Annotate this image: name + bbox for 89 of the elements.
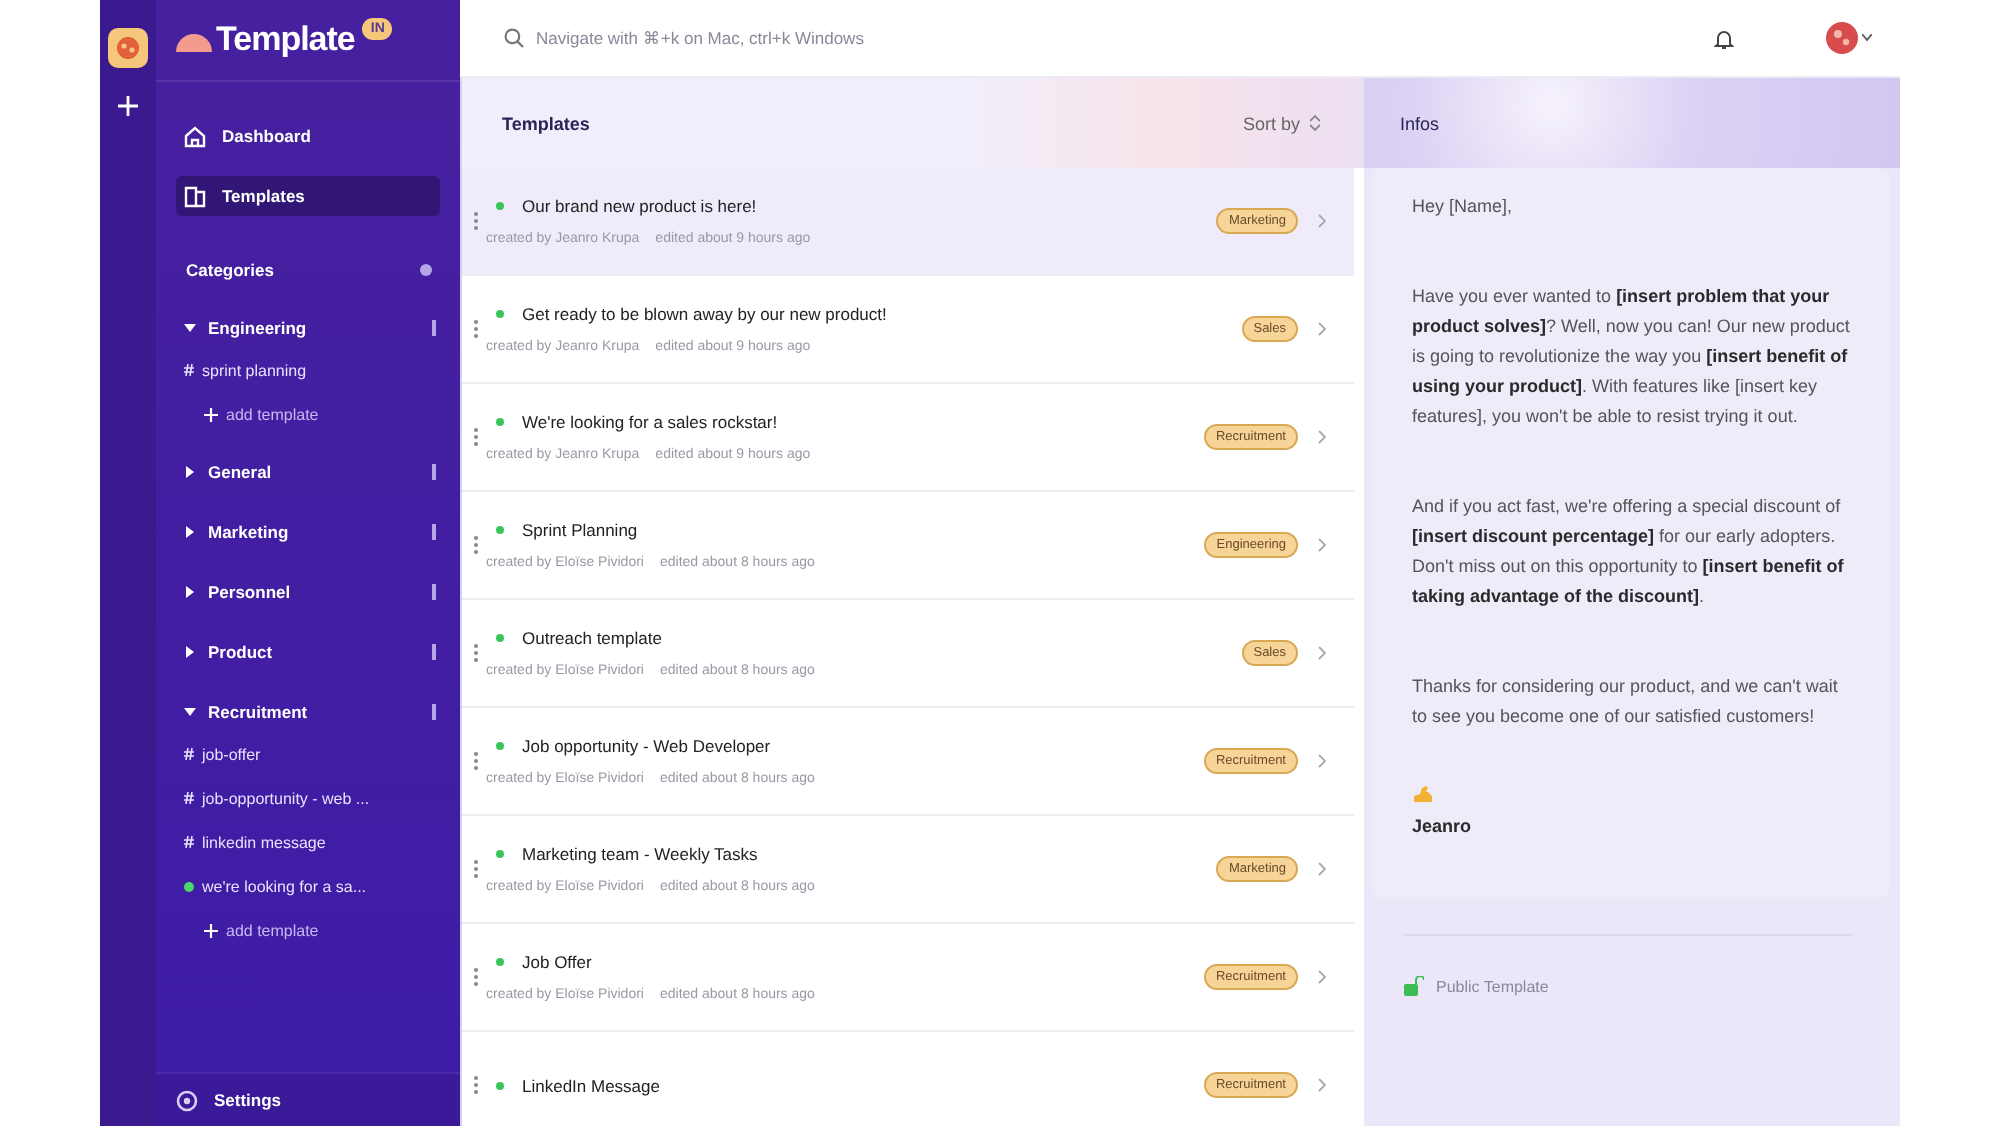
- status-dot-icon: [496, 958, 504, 966]
- template-title: Marketing team - Weekly Tasks: [522, 844, 758, 864]
- hash-icon: [184, 748, 194, 760]
- add-template-link[interactable]: add template: [184, 402, 436, 426]
- add-template-link[interactable]: add template: [184, 918, 436, 942]
- status-dot-icon: [496, 634, 504, 642]
- drag-handle-icon[interactable]: [474, 536, 478, 554]
- signature-name: Jeanro: [1412, 814, 1474, 840]
- chevron-right-icon[interactable]: [1318, 430, 1326, 444]
- category-item[interactable]: Product: [184, 638, 436, 666]
- documents-icon: [184, 185, 206, 207]
- template-title: Our brand new product is here!: [522, 196, 757, 216]
- status-dot-icon: [184, 881, 194, 891]
- app-name: Template: [216, 20, 355, 60]
- template-title: Job Offer: [522, 952, 592, 972]
- bell-icon[interactable]: [1714, 27, 1734, 49]
- caret-down-icon[interactable]: [1862, 34, 1872, 42]
- search-icon: [504, 28, 524, 48]
- chevron-right-icon[interactable]: [1318, 538, 1326, 552]
- template-title: We're looking for a sales rockstar!: [522, 412, 778, 432]
- chevron-right-icon[interactable]: [1318, 322, 1326, 336]
- template-link[interactable]: job-opportunity - web ...: [184, 786, 436, 810]
- category-item[interactable]: Marketing: [184, 518, 436, 546]
- visibility-label: Public Template: [1436, 977, 1549, 995]
- hash-icon: [184, 792, 194, 804]
- nav-item[interactable]: Dashboard: [176, 116, 440, 156]
- caret-right-icon[interactable]: [184, 586, 196, 598]
- status-dot-icon: [496, 526, 504, 534]
- list-title: Templates: [502, 113, 590, 133]
- nav-item[interactable]: Templates: [176, 176, 440, 216]
- drag-handle-icon[interactable]: [474, 968, 478, 986]
- categories-heading: Categories: [186, 260, 274, 280]
- chevron-right-icon[interactable]: [1318, 754, 1326, 768]
- drag-handle-icon[interactable]: [474, 860, 478, 878]
- drag-handle-icon[interactable]: [474, 428, 478, 446]
- status-dot-icon: [496, 310, 504, 318]
- category-item[interactable]: Recruitment: [184, 698, 436, 726]
- template-link[interactable]: we're looking for a sa...: [184, 874, 436, 898]
- message-paragraph: And if you act fast, we're offering a special discount of [insert discount percentage] for our early adopters. Don't miss out on this opportunity to [insert benefit of taking advantage of the discount].: [1412, 494, 1846, 610]
- chevron-right-icon[interactable]: [1318, 214, 1326, 228]
- panel-title: Infos: [1364, 78, 1900, 168]
- message-paragraph: Have you ever wanted to [insert problem that your product solves]? Well, now you can! Our new product is going to revolutionize the way you [insert benefit of using your product]. With features like [insert key features], you won't be able to resist trying it out.: [1412, 284, 1850, 430]
- caret-right-icon[interactable]: [184, 526, 196, 538]
- status-dot-icon: [496, 202, 504, 210]
- template-title: Sprint Planning: [522, 520, 638, 540]
- caret-right-icon[interactable]: [184, 646, 196, 658]
- drag-handle-icon[interactable]: [474, 320, 478, 338]
- status-dot-icon: [496, 1081, 504, 1089]
- category-item[interactable]: Personnel: [184, 578, 436, 606]
- avatar-icon[interactable]: [1826, 22, 1858, 54]
- template-title: LinkedIn Message: [522, 1075, 660, 1095]
- drag-handle-icon[interactable]: [474, 1076, 478, 1094]
- search-field[interactable]: Navigate with ⌘+k on Mac, ctrl+k Windows: [504, 28, 1698, 48]
- template-link[interactable]: sprint planning: [184, 358, 436, 382]
- message-paragraph: Hey [Name],: [1412, 194, 1515, 220]
- home-icon: [184, 125, 206, 147]
- drag-handle-icon[interactable]: [474, 212, 478, 230]
- sun-logo-icon: [176, 28, 212, 52]
- chevron-right-icon[interactable]: [1318, 862, 1326, 876]
- drag-handle-icon[interactable]: [474, 644, 478, 662]
- drag-handle-icon[interactable]: [474, 752, 478, 770]
- unlocked-padlock-icon: [1404, 976, 1424, 996]
- chevron-right-icon[interactable]: [1318, 1078, 1326, 1092]
- workspace-logo[interactable]: [108, 28, 148, 68]
- template-title: Job opportunity - Web Developer: [522, 736, 771, 756]
- caret-down-icon[interactable]: [184, 322, 196, 334]
- plus-icon: [204, 923, 218, 937]
- status-dot-icon: [496, 850, 504, 858]
- category-item[interactable]: General: [184, 458, 436, 486]
- plus-icon[interactable]: [118, 96, 138, 116]
- pattern-icon: [116, 36, 140, 60]
- status-dot-icon: [496, 418, 504, 426]
- message-paragraph: Thanks for considering our product, and we can't wait to see you become one of our satisfied customers!: [1412, 674, 1840, 730]
- hash-icon: [184, 836, 194, 848]
- hash-icon: [184, 364, 194, 376]
- sort-button[interactable]: Sort by: [1242, 113, 1320, 133]
- chevron-right-icon[interactable]: [1318, 970, 1326, 984]
- caret-right-icon[interactable]: [184, 466, 196, 478]
- plus-icon: [204, 407, 218, 421]
- template-title: Get ready to be blown away by our new product!: [522, 304, 887, 324]
- sort-icon: [1310, 114, 1320, 132]
- template-title: Outreach template: [522, 628, 662, 648]
- chevron-right-icon[interactable]: [1318, 646, 1326, 660]
- status-dot-icon: [496, 742, 504, 750]
- template-link[interactable]: job-offer: [184, 742, 436, 766]
- category-item[interactable]: Engineering: [184, 314, 436, 342]
- template-link[interactable]: linkedin message: [184, 830, 436, 854]
- settings-item[interactable]: Settings: [156, 1072, 460, 1126]
- caret-down-icon[interactable]: [184, 706, 196, 718]
